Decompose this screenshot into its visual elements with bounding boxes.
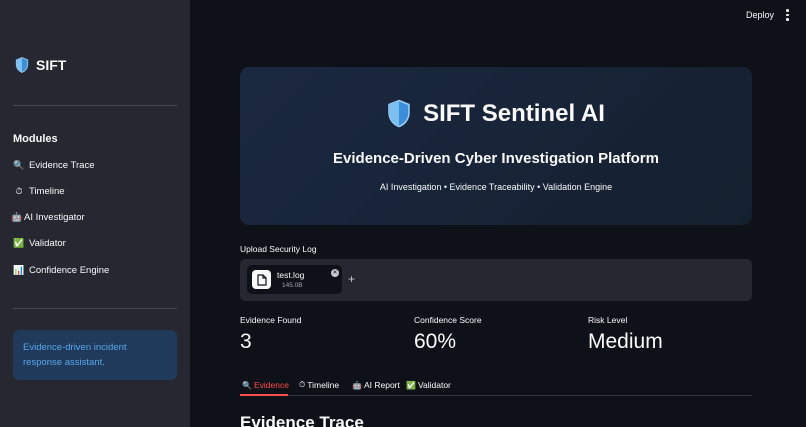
- tab-label: Validator: [417, 380, 451, 390]
- sidebar-item-label: Confidence Engine: [29, 264, 110, 276]
- metric-label: Risk Level: [588, 315, 628, 325]
- hero-subtitle: Evidence-Driven Cyber Investigation Plat…: [333, 150, 659, 167]
- magnifier-icon: 🔍: [242, 380, 252, 390]
- tab-validator[interactable]: ✅ Validator: [406, 377, 451, 393]
- hero-tagline: AI Investigation • Evidence Traceability…: [379, 182, 613, 192]
- file-icon: [252, 270, 271, 289]
- uploaded-file-chip: test.log 145.0B ✕: [247, 265, 342, 294]
- modules-heading: Modules: [13, 133, 58, 145]
- tab-label: Timeline: [307, 380, 340, 390]
- sidebar-item-label: AI Investigator: [24, 211, 85, 223]
- sidebar-item-validator[interactable]: ✅ Validator: [13, 235, 66, 251]
- sidebar-item-evidence-trace[interactable]: 🔍 Evidence Trace: [13, 157, 94, 173]
- tab-ai-report[interactable]: 🤖 AI Report: [352, 377, 400, 393]
- upload-label: Upload Security Log: [240, 244, 317, 254]
- info-box: Evidence-driven incident response assist…: [13, 330, 177, 380]
- add-file-plus-icon[interactable]: +: [348, 272, 355, 286]
- file-size: 145.0B: [282, 282, 303, 289]
- metric-risk-level: Risk Level Medium: [588, 315, 758, 354]
- metric-value: 3: [240, 330, 252, 353]
- sidebar-item-ai-investigator[interactable]: 🤖 AI Investigator: [11, 209, 85, 225]
- tab-timeline[interactable]: ⏱ Timeline: [299, 377, 339, 393]
- file-name: test.log: [277, 270, 305, 280]
- metric-value: 60%: [414, 330, 457, 353]
- hero-title-row: SIFT Sentinel AI: [240, 99, 752, 128]
- sidebar-divider: [13, 105, 177, 106]
- hero-banner: SIFT Sentinel AI Evidence-Driven Cyber I…: [240, 67, 752, 225]
- deploy-button[interactable]: Deploy: [746, 10, 774, 20]
- sidebar-item-label: Validator: [29, 237, 66, 249]
- tab-label: Evidence: [253, 380, 289, 390]
- robot-icon: 🤖: [352, 380, 362, 390]
- stopwatch-icon: ⏱: [299, 380, 306, 389]
- hero-title: SIFT Sentinel AI: [423, 99, 605, 127]
- sidebar: SIFT Modules 🔍 Evidence Trace ⏱ Timeline…: [0, 0, 190, 427]
- metric-label: Evidence Found: [240, 315, 302, 325]
- metric-evidence-found: Evidence Found 3: [240, 315, 410, 354]
- check-mark-icon: ✅: [13, 237, 25, 248]
- magnifier-icon: 🔍: [13, 159, 25, 170]
- sidebar-item-timeline[interactable]: ⏱ Timeline: [13, 183, 65, 199]
- tab-evidence[interactable]: 🔍 Evidence: [242, 377, 289, 393]
- shield-icon: [388, 99, 410, 128]
- shield-icon: [15, 57, 29, 73]
- section-heading: Evidence Trace: [240, 413, 364, 427]
- metric-label: Confidence Score: [414, 315, 482, 325]
- tab-bar: 🔍 Evidence ⏱ Timeline 🤖 AI Report ✅ Vali…: [240, 374, 752, 396]
- sidebar-item-label: Timeline: [29, 185, 65, 197]
- metric-confidence-score: Confidence Score 60%: [414, 315, 584, 354]
- sidebar-brand: SIFT: [15, 55, 66, 75]
- bar-chart-icon: 📊: [13, 264, 25, 275]
- vertical-dots-icon[interactable]: [786, 9, 790, 21]
- sidebar-item-label: Evidence Trace: [29, 159, 95, 171]
- active-tab-indicator: [240, 394, 288, 396]
- metric-value: Medium: [588, 330, 663, 353]
- remove-file-close-icon[interactable]: ✕: [331, 269, 339, 277]
- sidebar-brand-title: SIFT: [36, 57, 67, 73]
- sidebar-item-confidence-engine[interactable]: 📊 Confidence Engine: [13, 262, 109, 278]
- file-uploader-dropzone[interactable]: test.log 145.0B ✕ +: [240, 259, 752, 301]
- stopwatch-icon: ⏱: [15, 185, 23, 196]
- tab-label: AI Report: [363, 380, 400, 390]
- sidebar-divider: [13, 308, 177, 309]
- check-mark-icon: ✅: [406, 380, 416, 390]
- robot-icon: 🤖: [11, 211, 23, 222]
